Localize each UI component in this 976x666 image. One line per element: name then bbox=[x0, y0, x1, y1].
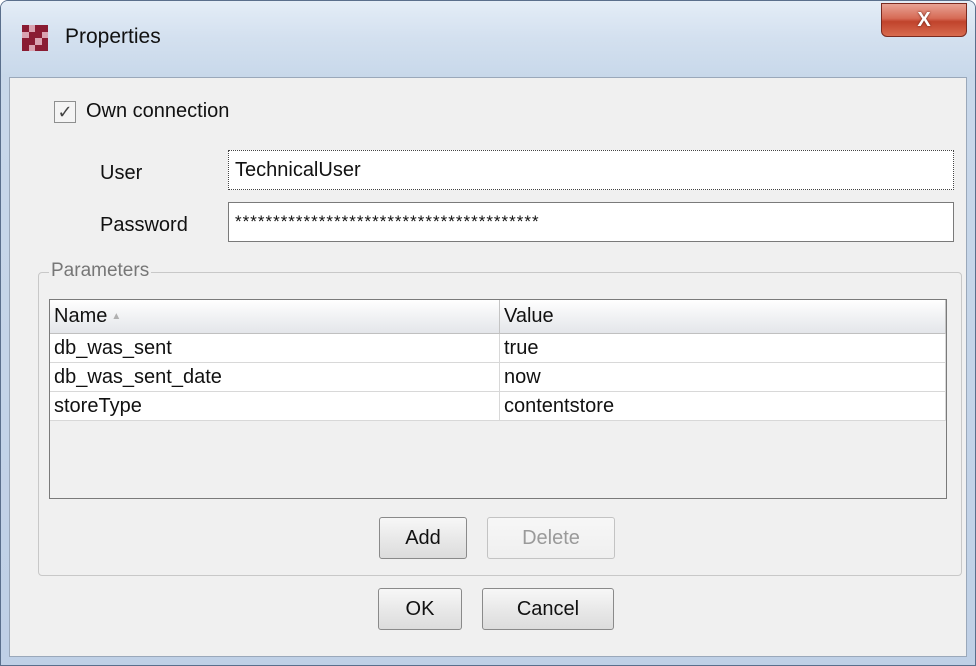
parameters-group: Parameters Name ▲ Value db_was_sent true bbox=[38, 260, 962, 576]
cell-name: db_was_sent_date bbox=[50, 363, 500, 391]
user-label: User bbox=[100, 162, 143, 184]
table-row[interactable]: db_was_sent_date now bbox=[50, 363, 946, 392]
cell-value: true bbox=[500, 334, 946, 362]
dialog-content: ✓ Own connection User Password Parameter… bbox=[9, 77, 967, 657]
parameters-table[interactable]: Name ▲ Value db_was_sent true db_was_sen… bbox=[49, 299, 947, 499]
cell-name: db_was_sent bbox=[50, 334, 500, 362]
cell-value: now bbox=[500, 363, 946, 391]
checkmark-icon: ✓ bbox=[57, 101, 73, 122]
window-title: Properties bbox=[65, 25, 161, 48]
title-bar[interactable]: Properties X bbox=[1, 1, 975, 77]
own-connection-checkbox[interactable]: ✓ bbox=[54, 100, 76, 123]
user-input[interactable] bbox=[228, 150, 954, 190]
cell-value: contentstore bbox=[500, 392, 946, 420]
cancel-button[interactable]: Cancel bbox=[482, 588, 614, 630]
cell-name: storeType bbox=[50, 392, 500, 420]
app-logo-icon bbox=[22, 25, 48, 51]
table-row[interactable]: storeType contentstore bbox=[50, 392, 946, 421]
properties-dialog: Properties X ✓ Own connection User Passw… bbox=[0, 0, 976, 666]
ok-button[interactable]: OK bbox=[378, 588, 462, 630]
password-label: Password bbox=[100, 214, 188, 236]
delete-button[interactable]: Delete bbox=[487, 517, 615, 559]
table-row[interactable]: db_was_sent true bbox=[50, 334, 946, 363]
own-connection-label: Own connection bbox=[86, 100, 230, 122]
column-header-name[interactable]: Name ▲ bbox=[50, 300, 500, 333]
password-input[interactable] bbox=[228, 202, 954, 242]
column-header-value[interactable]: Value bbox=[500, 300, 946, 333]
parameters-group-label: Parameters bbox=[49, 260, 152, 282]
add-button[interactable]: Add bbox=[379, 517, 467, 559]
close-icon: X bbox=[917, 8, 931, 31]
close-button[interactable]: X bbox=[881, 3, 967, 37]
own-connection-checkbox-row[interactable]: ✓ Own connection bbox=[54, 100, 229, 123]
table-header: Name ▲ Value bbox=[50, 300, 946, 334]
sort-ascending-icon: ▲ bbox=[111, 311, 122, 322]
